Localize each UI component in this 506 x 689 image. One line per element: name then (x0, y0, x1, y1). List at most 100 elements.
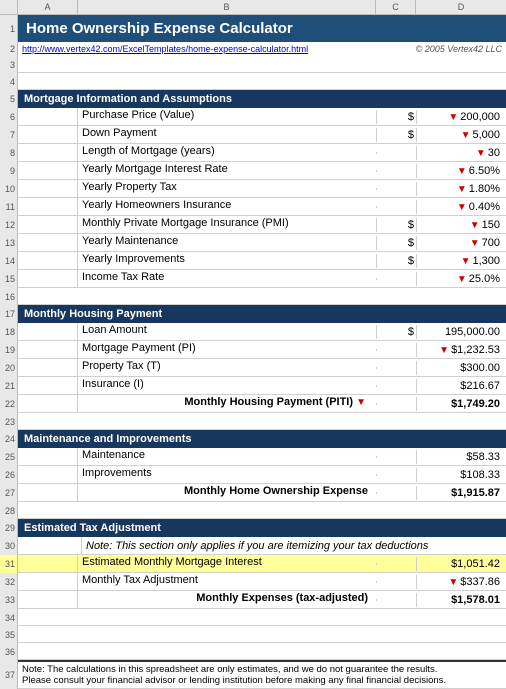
row-27: 27 Monthly Home Ownership Expense $1,915… (0, 484, 506, 502)
row-28: 28 (0, 502, 506, 519)
symbol-mortgage-length (376, 152, 416, 154)
label-loan-amount: Loan Amount (78, 323, 376, 340)
row-24: 24 Maintenance and Improvements (0, 430, 506, 448)
col-header-d: D (416, 0, 506, 14)
row-11: 11 Yearly Homeowners Insurance ▼0.40% (0, 198, 506, 216)
row-13: 13 Yearly Maintenance $ ▼700 (0, 234, 506, 252)
row-10: 10 Yearly Property Tax ▼1.80% (0, 180, 506, 198)
label-maintenance-monthly: Maintenance (78, 448, 376, 465)
label-mortgage-length: Length of Mortgage (years) (78, 144, 376, 161)
row-33: 33 Monthly Expenses (tax-adjusted) $1,57… (0, 591, 506, 609)
value-property-tax[interactable]: ▼1.80% (416, 182, 506, 196)
label-tax-rate: Income Tax Rate (78, 270, 376, 287)
arrow-mortgage-payment: ▼ (439, 345, 449, 356)
value-pmi[interactable]: ▼150 (416, 218, 506, 232)
value-property-tax-monthly: $300.00 (416, 361, 506, 375)
value-purchase-price[interactable]: ▼200,000 (416, 110, 506, 124)
arrow-improvements: ▼ (461, 256, 471, 267)
row-31: 31 Estimated Monthly Mortgage Interest $… (0, 555, 506, 573)
arrow-maintenance: ▼ (470, 238, 480, 249)
row-25: 25 Maintenance $58.33 (0, 448, 506, 466)
label-down-payment: Down Payment (78, 126, 376, 143)
url-row: http://www.vertex42.com/ExcelTemplates/h… (18, 42, 506, 56)
symbol-pmi: $ (376, 218, 416, 232)
footer-line1: Note: The calculations in this spreadshe… (22, 664, 437, 675)
arrow-piti: ▼ (356, 397, 366, 408)
arrow-property-tax: ▼ (457, 184, 467, 195)
row-15: 15 Income Tax Rate ▼25.0% (0, 270, 506, 288)
col-header-c: C (376, 0, 416, 14)
label-improvements-monthly: Improvements (78, 466, 376, 483)
footer-line2: Please consult your financial advisor or… (22, 675, 446, 686)
label-tax-adjusted-total: Monthly Expenses (tax-adjusted) (78, 591, 376, 608)
value-improvements[interactable]: ▼1,300 (416, 254, 506, 268)
label-property-tax: Yearly Property Tax (78, 180, 376, 197)
value-improvements-monthly: $108.33 (416, 468, 506, 482)
value-maintenance-monthly: $58.33 (416, 450, 506, 464)
arrow-purchase-price: ▼ (448, 112, 458, 123)
row-2: 2 http://www.vertex42.com/ExcelTemplates… (0, 42, 506, 56)
value-tax-rate[interactable]: ▼25.0% (416, 272, 506, 286)
row-30: 30 Note: This section only applies if yo… (0, 537, 506, 555)
row-21: 21 Insurance (I) $216.67 (0, 377, 506, 395)
row-23: 23 (0, 413, 506, 430)
label-mortgage-interest: Estimated Monthly Mortgage Interest (78, 555, 376, 572)
row-18: 18 Loan Amount $ 195,000.00 (0, 323, 506, 341)
row-12: 12 Monthly Private Mortgage Insurance (P… (0, 216, 506, 234)
row-29: 29 Estimated Tax Adjustment (0, 519, 506, 537)
label-piti-total: Monthly Housing Payment (PITI) ▼ (78, 395, 376, 412)
row-7: 7 Down Payment $ ▼5,000 (0, 126, 506, 144)
value-mortgage-length[interactable]: ▼30 (416, 146, 506, 160)
arrow-interest-rate: ▼ (457, 166, 467, 177)
col-header-b: B (78, 0, 376, 14)
value-down-payment[interactable]: ▼5,000 (416, 128, 506, 142)
row-37: 37 Note: The calculations in this spread… (0, 660, 506, 689)
label-ownership-total: Monthly Home Ownership Expense (78, 484, 376, 501)
tax-note: Note: This section only applies if you a… (82, 539, 506, 553)
maintenance-section-header: Maintenance and Improvements (18, 430, 506, 448)
label-insurance-monthly: Insurance (I) (78, 377, 376, 394)
row-17: 17 Monthly Housing Payment (0, 305, 506, 323)
row-1: 1 Home Ownership Expense Calculator (0, 15, 506, 42)
row-26: 26 Improvements $108.33 (0, 466, 506, 484)
label-improvements: Yearly Improvements (78, 252, 376, 269)
arrow-down-payment: ▼ (461, 130, 471, 141)
value-ownership-total: $1,915.87 (416, 486, 506, 500)
symbol-maintenance: $ (376, 236, 416, 250)
row-3: 3 (0, 56, 506, 73)
label-pmi: Monthly Private Mortgage Insurance (PMI) (78, 216, 376, 233)
col-header-a: A (18, 0, 78, 14)
url-link[interactable]: http://www.vertex42.com/ExcelTemplates/h… (22, 44, 308, 54)
value-insurance-monthly: $216.67 (416, 379, 506, 393)
symbol-down-payment: $ (376, 128, 416, 142)
row-35: 35 (0, 626, 506, 643)
row-22: 22 Monthly Housing Payment (PITI) ▼ $1,7… (0, 395, 506, 413)
value-tax-adjusted-total: $1,578.01 (416, 593, 506, 607)
value-maintenance[interactable]: ▼700 (416, 236, 506, 250)
row-14: 14 Yearly Improvements $ ▼1,300 (0, 252, 506, 270)
arrow-tax-rate: ▼ (457, 274, 467, 285)
value-interest-rate[interactable]: ▼6.50% (416, 164, 506, 178)
value-homeowners-insurance[interactable]: ▼0.40% (416, 200, 506, 214)
spreadsheet: A B C D 1 Home Ownership Expense Calcula… (0, 0, 506, 689)
row-9: 9 Yearly Mortgage Interest Rate ▼6.50% (0, 162, 506, 180)
value-piti-total: $1,749.20 (416, 397, 506, 411)
row-19: 19 Mortgage Payment (PI) ▼$1,232.53 (0, 341, 506, 359)
row-36: 36 (0, 643, 506, 660)
label-maintenance: Yearly Maintenance (78, 234, 376, 251)
tax-section-header: Estimated Tax Adjustment (18, 519, 506, 537)
arrow-pmi: ▼ (470, 220, 480, 231)
value-mortgage-interest: $1,051.42 (416, 557, 506, 571)
row-6: 6 Purchase Price (Value) $ ▼200,000 (0, 108, 506, 126)
row-32: 32 Monthly Tax Adjustment ▼$337.86 (0, 573, 506, 591)
label-mortgage-payment: Mortgage Payment (PI) (78, 341, 376, 358)
label-tax-adjustment: Monthly Tax Adjustment (78, 573, 376, 590)
label-homeowners-insurance: Yearly Homeowners Insurance (78, 198, 376, 215)
row-20: 20 Property Tax (T) $300.00 (0, 359, 506, 377)
row-8: 8 Length of Mortgage (years) ▼30 (0, 144, 506, 162)
label-interest-rate: Yearly Mortgage Interest Rate (78, 162, 376, 179)
housing-section-header: Monthly Housing Payment (18, 305, 506, 323)
row-5: 5 Mortgage Information and Assumptions (0, 90, 506, 108)
value-loan-amount: 195,000.00 (416, 325, 506, 339)
arrow-tax-adjustment: ▼ (448, 577, 458, 588)
